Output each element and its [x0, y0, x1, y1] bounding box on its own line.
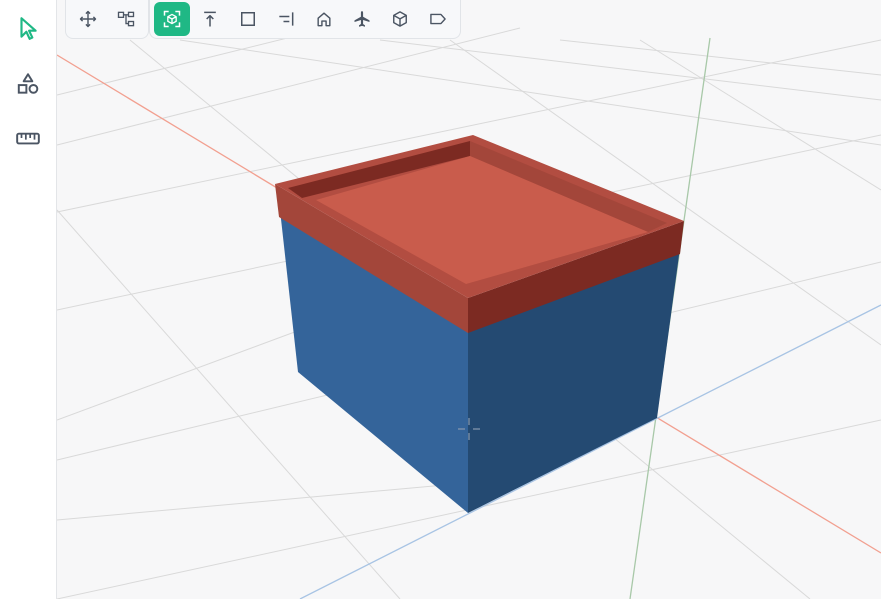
square-icon: [241, 11, 255, 26]
hierarchy-icon: [117, 11, 135, 26]
shapes-icon: [17, 73, 39, 94]
cursor-arrow-icon: [20, 17, 37, 40]
move-arrows-icon: [79, 10, 97, 27]
view-perspective-button[interactable]: [154, 1, 190, 36]
view-right-button[interactable]: [268, 2, 304, 36]
view-home-button[interactable]: [306, 2, 342, 36]
airplane-icon: [354, 10, 370, 27]
view-iso-button[interactable]: [382, 2, 418, 36]
view-top-button[interactable]: [192, 2, 228, 36]
shapes-tool-button[interactable]: [10, 66, 46, 102]
tag-icon: [430, 13, 446, 24]
3d-viewport[interactable]: [57, 0, 881, 599]
ruler-icon: [16, 132, 40, 145]
top-toolbar-group-2: [149, 0, 461, 39]
measure-tool-button[interactable]: [10, 120, 46, 156]
cube-outline-icon: [393, 10, 407, 27]
hierarchy-view-button[interactable]: [108, 2, 144, 36]
arrow-up-bar-icon: [204, 11, 216, 26]
left-toolbar: [0, 0, 57, 599]
scene-canvas[interactable]: [57, 0, 881, 599]
view-front-button[interactable]: [230, 2, 266, 36]
view-label-button[interactable]: [420, 2, 456, 36]
cube-focus-icon: [163, 10, 181, 27]
view-fly-button[interactable]: [344, 2, 380, 36]
align-right-icon: [279, 11, 294, 26]
move-view-button[interactable]: [70, 2, 106, 36]
home-icon: [317, 11, 331, 26]
select-tool-button[interactable]: [10, 10, 46, 46]
top-toolbar-group-1: [65, 0, 149, 39]
